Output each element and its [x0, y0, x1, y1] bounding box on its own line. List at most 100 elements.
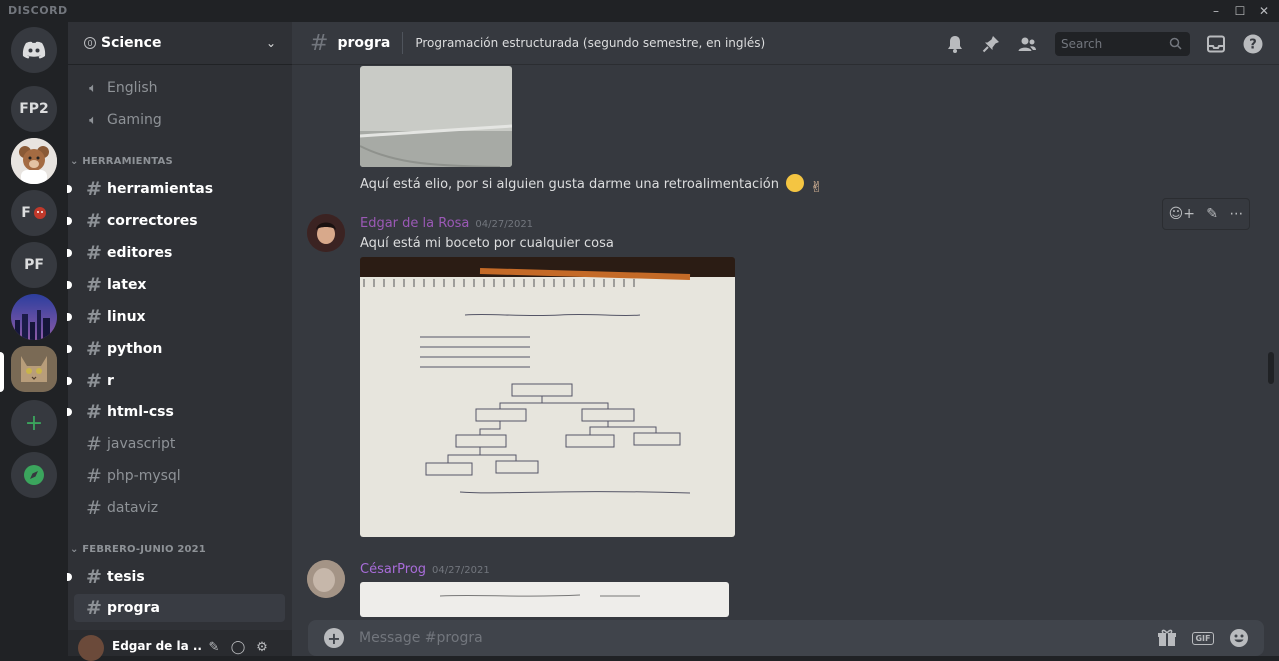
unread-indicator — [67, 345, 72, 353]
channel-tesis[interactable]: # tesis — [67, 563, 285, 591]
message-list: Aquí está elio, por si alguien gusta dar… — [292, 66, 1279, 617]
gear-icon[interactable]: ⚙ — [250, 640, 274, 655]
hash-icon: # — [86, 306, 102, 328]
message-author[interactable]: CésarProg — [360, 562, 426, 577]
bell-icon[interactable] — [944, 33, 966, 55]
attachment-image[interactable] — [360, 582, 729, 617]
minimize-button[interactable]: – — [1206, 2, 1226, 20]
server-cat[interactable] — [11, 346, 57, 392]
hash-icon: # — [86, 465, 102, 487]
message-text: Aquí está mi boceto por cualquier cosa — [360, 236, 614, 251]
message-input[interactable] — [359, 620, 1154, 656]
server-pf[interactable]: PF — [11, 242, 57, 288]
voice-channel-gaming[interactable]: 🔈︎ Gaming — [74, 106, 285, 134]
channel-php-mysql[interactable]: # php-mysql — [74, 462, 285, 490]
boost-badge: 0 — [84, 37, 96, 49]
server-header[interactable]: 0 Science ⌄ — [68, 22, 292, 65]
channel-label: progra — [107, 600, 160, 616]
inbox-icon[interactable] — [1205, 33, 1227, 55]
member-list-icon[interactable] — [1016, 33, 1038, 55]
avatar[interactable] — [307, 214, 345, 252]
channel-latex[interactable]: # latex — [67, 271, 285, 299]
channel-label: Gaming — [107, 112, 162, 128]
user-photo-image — [307, 560, 345, 598]
svg-text:?: ? — [1249, 38, 1257, 53]
pin-icon[interactable] — [980, 33, 1002, 55]
add-reaction-icon[interactable]: ☺+ — [1169, 206, 1195, 222]
attachment-image[interactable] — [360, 257, 735, 537]
notebook-sketch-image — [360, 257, 735, 537]
city-skyline-icon — [11, 294, 57, 340]
hash-icon: # — [86, 274, 102, 296]
message-header: Edgar de la Rosa 04/27/2021 — [360, 216, 533, 231]
server-teddy[interactable] — [11, 138, 57, 184]
paper-photo-image — [360, 66, 512, 167]
user-name: Edgar de la ... — [112, 639, 202, 653]
channel-linux[interactable]: # linux — [67, 303, 285, 331]
more-options-icon[interactable]: ⋯ — [1229, 206, 1243, 222]
unread-indicator — [67, 313, 72, 321]
channel-label: php-mysql — [107, 468, 181, 484]
channel-topic[interactable]: Programación estructurada (segundo semes… — [415, 36, 765, 50]
category-febrero-junio[interactable]: ⌄ FEBRERO-JUNIO 2021 — [70, 544, 206, 555]
header-divider — [402, 32, 404, 54]
user-avatar[interactable] — [78, 635, 104, 661]
channel-correctores[interactable]: # correctores — [67, 207, 285, 235]
voice-channel-english[interactable]: 🔈︎ English — [74, 74, 285, 102]
add-attachment-icon[interactable]: + — [324, 628, 344, 648]
channel-progra[interactable]: # progra — [74, 594, 285, 622]
search-input[interactable] — [1055, 32, 1165, 56]
speaker-icon: 🔈︎ — [89, 80, 97, 96]
channel-herramientas[interactable]: # herramientas — [67, 175, 285, 203]
microphone-muted-icon[interactable]: ✎ — [202, 640, 226, 655]
unread-indicator — [67, 408, 72, 416]
hash-icon: # — [86, 566, 102, 588]
maximize-button[interactable]: ☐ — [1230, 2, 1250, 20]
server-f[interactable]: F — [11, 190, 57, 236]
attachment-image[interactable] — [360, 66, 512, 167]
server-fp2[interactable]: FP2 — [11, 86, 57, 132]
channel-dataviz[interactable]: # dataviz — [74, 494, 285, 522]
message-text: Aquí está elio, por si alguien gusta dar… — [360, 174, 824, 196]
channel-python[interactable]: # python — [67, 335, 285, 363]
message-composer: + GIF — [308, 620, 1264, 656]
category-label: FEBRERO-JUNIO 2021 — [82, 544, 206, 555]
message-author[interactable]: Edgar de la Rosa — [360, 216, 469, 231]
channel-label: tesis — [107, 569, 145, 585]
search-box[interactable] — [1055, 32, 1190, 56]
hash-icon: # — [86, 497, 102, 519]
scrollbar[interactable] — [1268, 352, 1274, 384]
close-button[interactable]: ✕ — [1254, 2, 1274, 20]
channel-label: javascript — [107, 436, 176, 452]
gif-picker-button[interactable]: GIF — [1190, 627, 1216, 649]
category-herramientas[interactable]: ⌄ HERRAMIENTAS — [70, 156, 173, 167]
hash-icon: # — [310, 30, 329, 56]
headphones-icon[interactable]: ◯ — [226, 640, 250, 655]
channel-html-css[interactable]: # html-css — [67, 398, 285, 426]
server-city[interactable] — [11, 294, 57, 340]
channel-sidebar: 0 Science ⌄ 🔈︎ English 🔈︎ Gaming ⌄ HERRAMI… — [67, 22, 292, 661]
home-button[interactable] — [11, 27, 57, 73]
server-name: Science — [101, 35, 162, 51]
server-list: FP2 F PF + — [0, 22, 68, 656]
channel-r[interactable]: # r — [67, 367, 285, 395]
victory-hand-emoji-icon: ✌ — [810, 178, 823, 196]
add-server-button[interactable]: + — [11, 400, 57, 446]
emoji-icon[interactable] — [1226, 627, 1252, 649]
channel-label: r — [107, 373, 114, 389]
avatar[interactable] — [307, 560, 345, 598]
message-content: Aquí está elio, por si alguien gusta dar… — [360, 177, 779, 192]
animal-face-icon — [33, 207, 46, 219]
channel-editores[interactable]: # editores — [67, 239, 285, 267]
teddy-bear-icon — [11, 138, 57, 184]
explore-servers-button[interactable] — [11, 452, 57, 498]
unread-indicator — [67, 573, 72, 581]
message-timestamp: 04/27/2021 — [432, 565, 490, 576]
hash-icon: # — [86, 338, 102, 360]
help-icon[interactable]: ? — [1242, 33, 1264, 55]
edit-icon[interactable]: ✎ — [1206, 206, 1218, 222]
gift-icon[interactable] — [1154, 627, 1180, 649]
channel-javascript[interactable]: # javascript — [74, 430, 285, 458]
channel-label: editores — [107, 245, 173, 261]
channel-label: herramientas — [107, 181, 214, 197]
